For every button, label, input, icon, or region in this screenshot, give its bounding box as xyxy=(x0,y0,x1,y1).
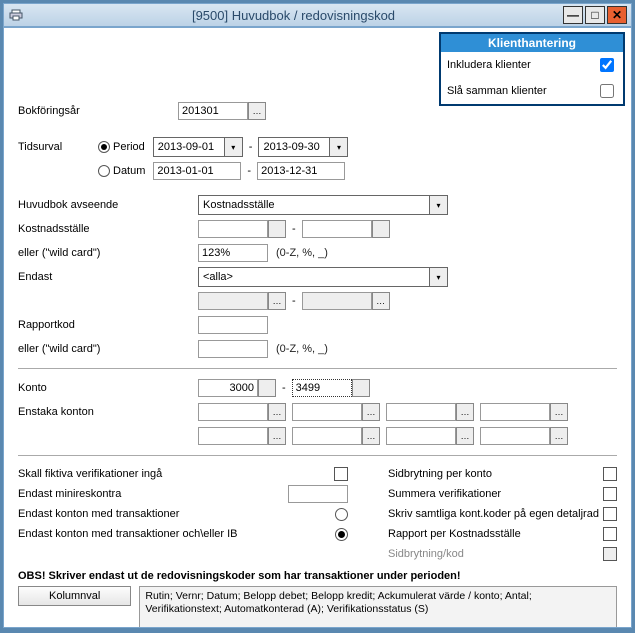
kolumn-desc: Rutin; Vernr; Datum; Belopp debet; Belop… xyxy=(139,586,617,628)
trans-radio[interactable] xyxy=(335,508,348,521)
bokforingsar-input[interactable] xyxy=(178,102,248,120)
minimize-button[interactable]: — xyxy=(563,6,583,24)
summera-checkbox[interactable] xyxy=(603,487,617,501)
sidbryt-kod-checkbox xyxy=(603,547,617,561)
period-label: Period xyxy=(113,141,145,153)
datum-label: Datum xyxy=(113,165,145,177)
konto-from-input[interactable] xyxy=(198,379,258,397)
transib-label: Endast konton med transaktioner och\elle… xyxy=(18,528,238,540)
kolumnval-button[interactable]: Kolumnval xyxy=(18,586,131,606)
skriv-checkbox[interactable] xyxy=(603,507,617,521)
chevron-down-icon: ▾ xyxy=(429,268,447,286)
kostnad-from-input[interactable] xyxy=(198,220,268,238)
datum-radio[interactable]: Datum xyxy=(98,165,145,177)
fiktiva-label: Skall fiktiva verifikationer ingå xyxy=(18,468,162,480)
huvudbok-label: Huvudbok avseende xyxy=(18,199,198,211)
enstaka-6-input[interactable] xyxy=(292,427,362,445)
period-radio[interactable]: Period xyxy=(98,141,145,153)
enstaka-1-input[interactable] xyxy=(198,403,268,421)
tidsurval-label: Tidsurval xyxy=(18,141,98,153)
wild1-input[interactable] xyxy=(198,244,268,262)
enstaka-8-input[interactable] xyxy=(480,427,550,445)
chevron-down-icon: ▾ xyxy=(224,138,242,156)
sidbryt-konto-label: Sidbrytning per konto xyxy=(388,468,492,480)
sidbryt-kod-label: Sidbrytning/kod xyxy=(388,548,464,560)
chevron-down-icon: ▾ xyxy=(329,138,347,156)
rapport-label: Rapport per Kostnadsställe xyxy=(388,528,521,540)
minireskontra-label: Endast minireskontra xyxy=(18,488,121,500)
enstaka-5-lookup[interactable]: … xyxy=(268,427,286,445)
print-icon xyxy=(8,7,24,23)
enstaka-1-lookup[interactable]: … xyxy=(268,403,286,421)
kostnad-from-lookup[interactable] xyxy=(268,220,286,238)
enstaka-2-lookup[interactable]: … xyxy=(362,403,380,421)
maximize-button[interactable]: □ xyxy=(585,6,605,24)
radio-icon xyxy=(98,165,110,177)
separator xyxy=(18,368,617,369)
wild1-label: eller ("wild card") xyxy=(18,247,198,259)
konto-label: Konto xyxy=(18,382,198,394)
period-from-select[interactable]: 2013-09-01 ▾ xyxy=(153,137,243,157)
rapport-checkbox[interactable] xyxy=(603,527,617,541)
window-title: [9500] Huvudbok / redovisningskod xyxy=(24,8,563,23)
enstaka-4-lookup[interactable]: … xyxy=(550,403,568,421)
rapportkod-label: Rapportkod xyxy=(18,319,198,331)
transib-radio[interactable] xyxy=(335,528,348,541)
close-button[interactable]: ✕ xyxy=(607,6,627,24)
fiktiva-checkbox[interactable] xyxy=(334,467,348,481)
enstaka-7-lookup[interactable]: … xyxy=(456,427,474,445)
inkludera-label: Inkludera klienter xyxy=(447,59,531,71)
enstaka-3-lookup[interactable]: … xyxy=(456,403,474,421)
period-to-select[interactable]: 2013-09-30 ▾ xyxy=(258,137,348,157)
enstaka-8-lookup[interactable]: … xyxy=(550,427,568,445)
konto-to-lookup[interactable] xyxy=(352,379,370,397)
sidbryt-konto-checkbox[interactable] xyxy=(603,467,617,481)
skriv-label: Skriv samtliga kont.koder på egen detalj… xyxy=(388,508,599,520)
enstaka-4-input[interactable] xyxy=(480,403,550,421)
inkludera-checkbox[interactable] xyxy=(600,58,614,72)
wild2-label: eller ("wild card") xyxy=(18,343,198,355)
endast-select[interactable]: <alla> ▾ xyxy=(198,267,448,287)
kostnad-to-lookup[interactable] xyxy=(372,220,390,238)
sla-label: Slå samman klienter xyxy=(447,85,547,97)
enstaka-3-input[interactable] xyxy=(386,403,456,421)
kostnad-to-input[interactable] xyxy=(302,220,372,238)
gray-to-input[interactable] xyxy=(302,292,372,310)
sla-checkbox[interactable] xyxy=(600,84,614,98)
separator xyxy=(18,455,617,456)
wild2-input[interactable] xyxy=(198,340,268,358)
wild2-hint: (0-Z, %, _) xyxy=(276,343,328,355)
enstaka-label: Enstaka konton xyxy=(18,406,198,418)
klient-header: Klienthantering xyxy=(441,34,623,52)
kostnadsstalle-label: Kostnadsställe xyxy=(18,223,198,235)
rapportkod-input[interactable] xyxy=(198,316,268,334)
enstaka-2-input[interactable] xyxy=(292,403,362,421)
konto-to-input[interactable] xyxy=(292,379,352,397)
klient-panel: Klienthantering Inkludera klienter Slå s… xyxy=(439,32,625,106)
summera-label: Summera verifikationer xyxy=(388,488,501,500)
gray-from-lookup[interactable]: … xyxy=(268,292,286,310)
wild1-hint: (0-Z, %, _) xyxy=(276,247,328,259)
enstaka-7-input[interactable] xyxy=(386,427,456,445)
radio-icon xyxy=(98,141,110,153)
gray-from-input[interactable] xyxy=(198,292,268,310)
bokforingsar-lookup[interactable]: … xyxy=(248,102,266,120)
enstaka-6-lookup[interactable]: … xyxy=(362,427,380,445)
gray-to-lookup[interactable]: … xyxy=(372,292,390,310)
huvudbok-select[interactable]: Kostnadsställe ▾ xyxy=(198,195,448,215)
chevron-down-icon: ▾ xyxy=(429,196,447,214)
konto-from-lookup[interactable] xyxy=(258,379,276,397)
minireskontra-input[interactable] xyxy=(288,485,348,503)
enstaka-5-input[interactable] xyxy=(198,427,268,445)
trans-label: Endast konton med transaktioner xyxy=(18,508,179,520)
datum-from-input[interactable] xyxy=(153,162,241,180)
endast-label: Endast xyxy=(18,271,198,283)
obs-text: OBS! Skriver endast ut de redovisningsko… xyxy=(18,570,617,582)
datum-to-input[interactable] xyxy=(257,162,345,180)
bokforingsar-label: Bokföringsår xyxy=(18,105,178,117)
